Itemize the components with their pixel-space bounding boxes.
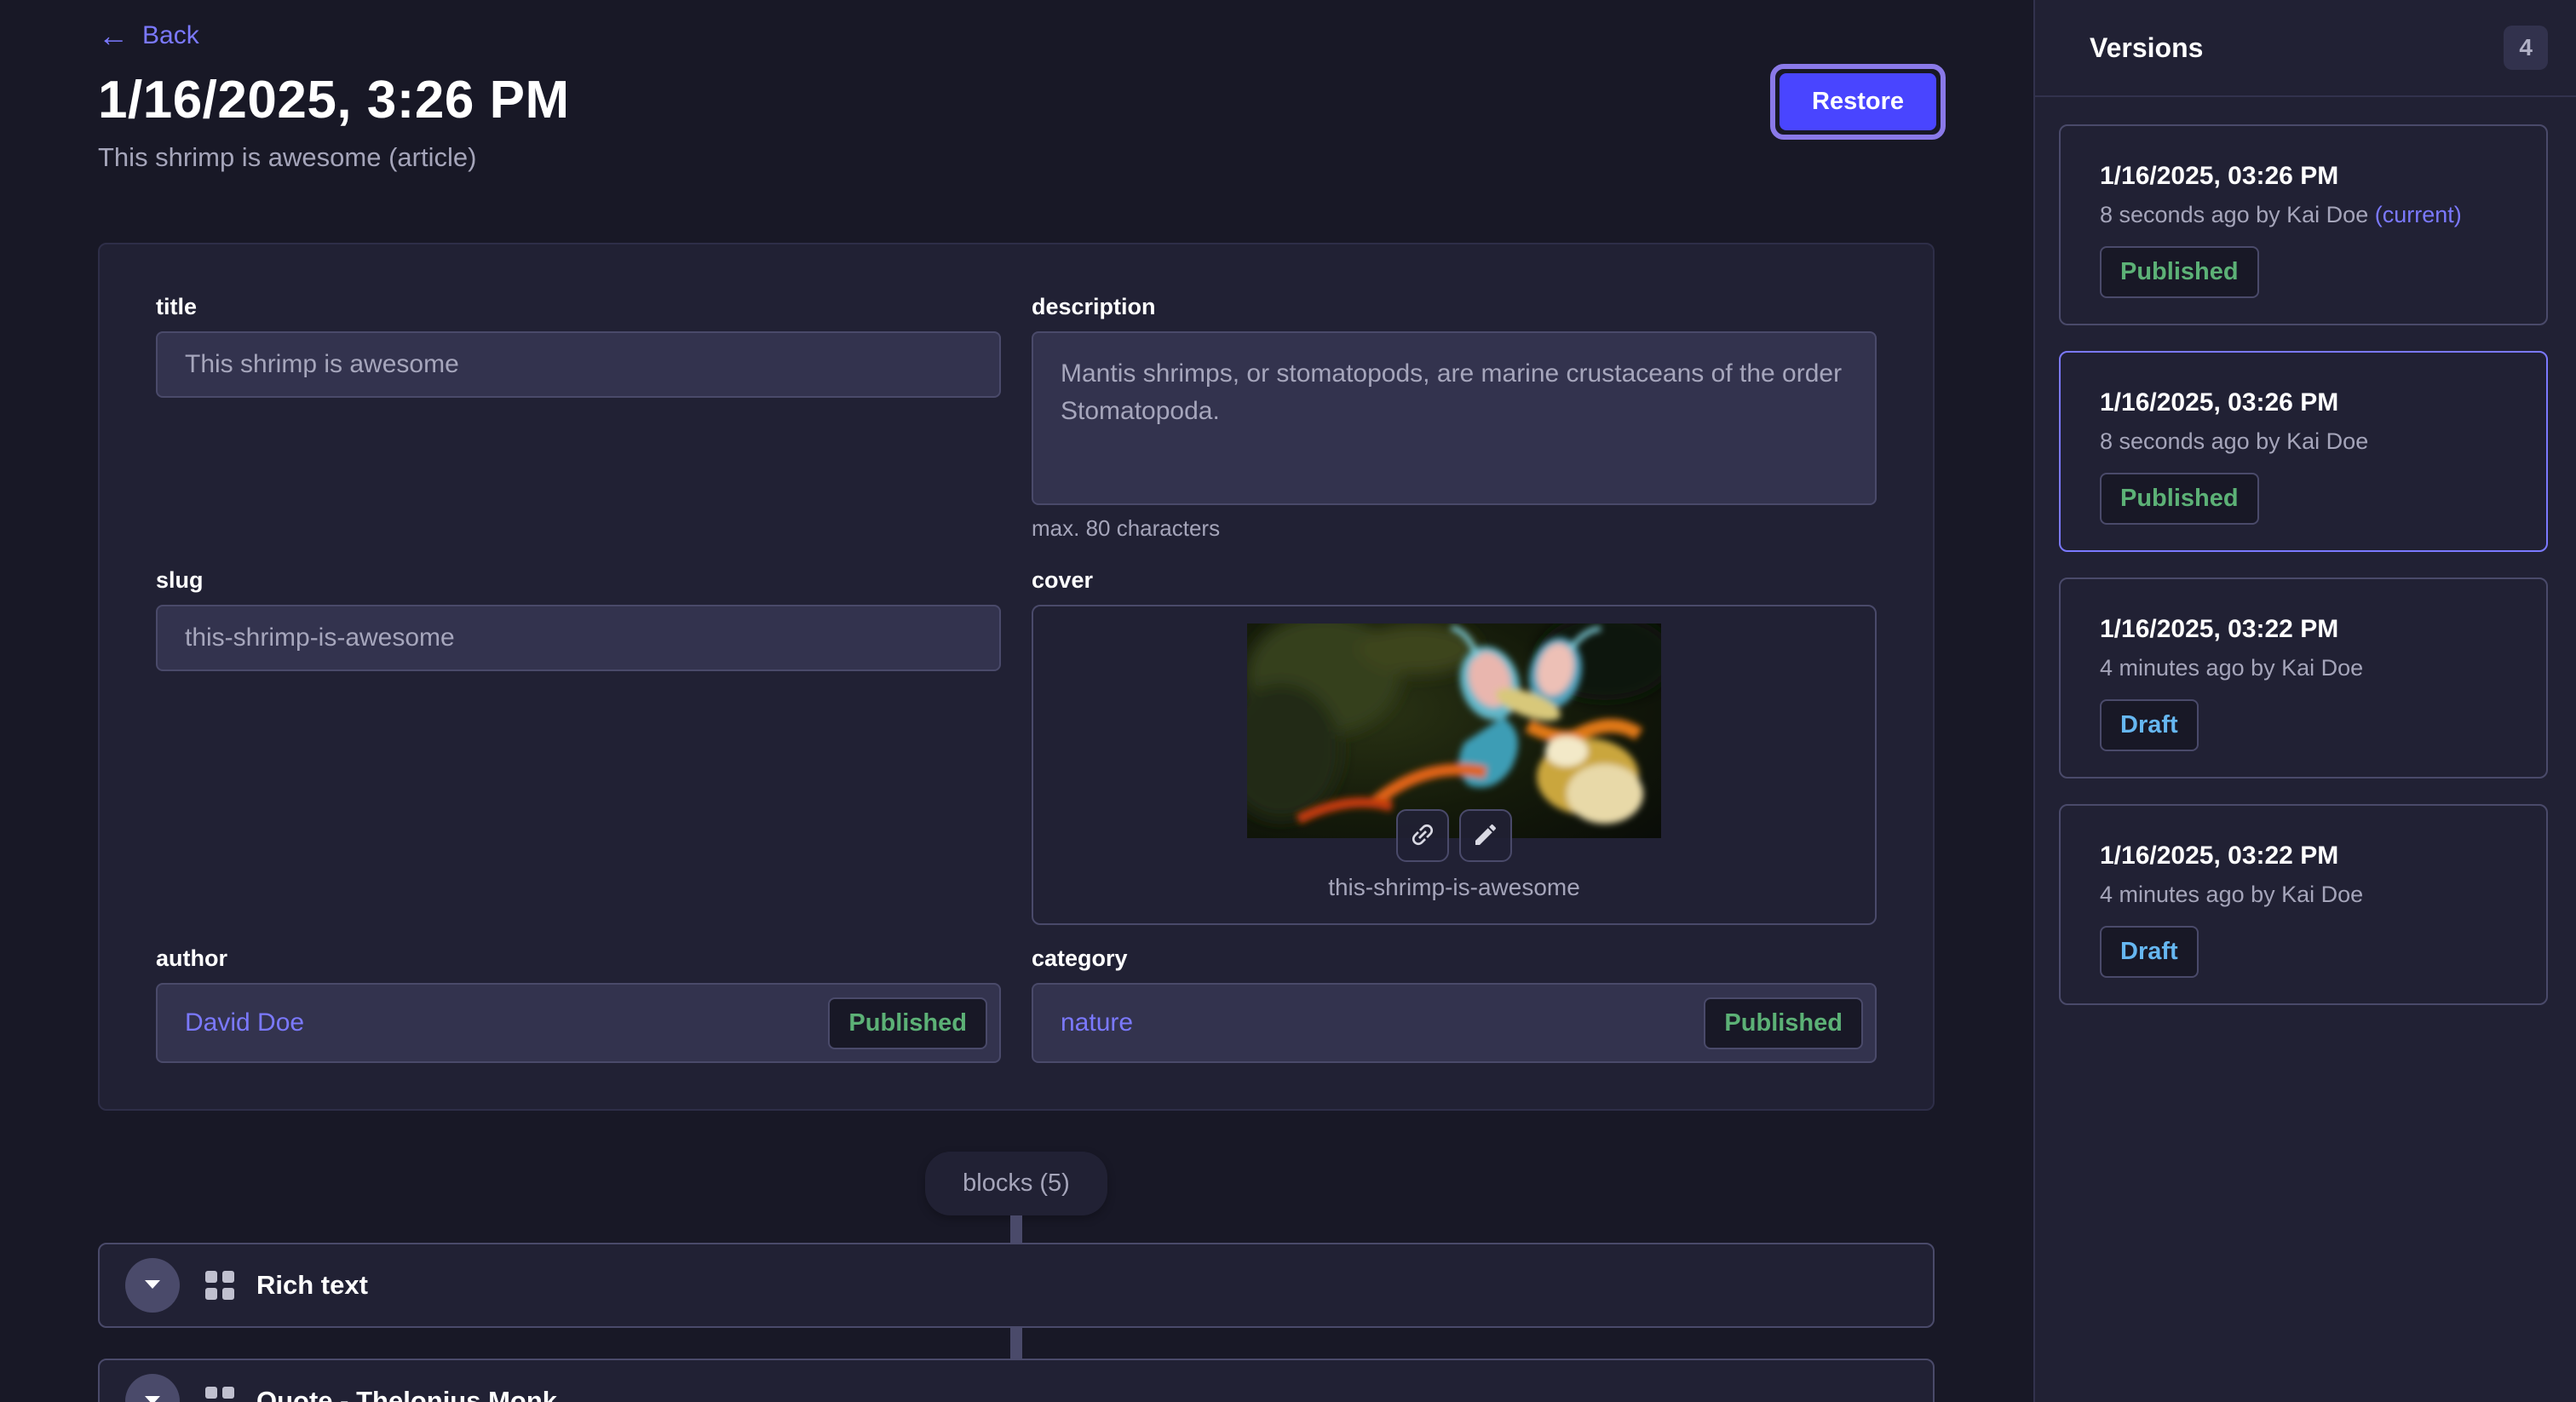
version-current-flag: (current): [2375, 202, 2462, 227]
version-status-badge: Published: [2100, 246, 2259, 298]
category-relation-link[interactable]: nature: [1061, 1008, 1133, 1037]
category-field: category nature Published: [1032, 945, 1877, 1063]
version-card[interactable]: 1/16/2025, 03:22 PM 4 minutes ago by Kai…: [2059, 804, 2548, 1005]
mantis-shrimp-photo: [1247, 623, 1661, 838]
version-time: 1/16/2025, 03:22 PM: [2100, 842, 2507, 871]
cover-link-button[interactable]: [1396, 809, 1449, 862]
restore-button-focus-ring: Restore: [1770, 64, 1946, 140]
version-time: 1/16/2025, 03:26 PM: [2100, 388, 2507, 417]
form-row-3: author David Doe Published category natu…: [156, 945, 1877, 1063]
version-meta: 8 seconds ago by Kai Doe: [2100, 428, 2507, 455]
versions-title: Versions: [2090, 32, 2203, 64]
version-meta: 4 minutes ago by Kai Doe: [2100, 655, 2507, 681]
cover-actions: [1396, 809, 1512, 862]
author-label: author: [156, 945, 1001, 972]
author-relation-link[interactable]: David Doe: [185, 1008, 304, 1037]
blocks-section: blocks (5) Rich text: [98, 1152, 1935, 1402]
form-row-2: slug this-shrimp-is-awesome cover: [156, 567, 1877, 925]
versions-header: Versions 4: [2035, 0, 2576, 97]
version-card[interactable]: 1/16/2025, 03:22 PM 4 minutes ago by Kai…: [2059, 577, 2548, 779]
blocks-connector: [1010, 1328, 1022, 1359]
version-status-badge: Published: [2100, 473, 2259, 525]
slug-field: slug this-shrimp-is-awesome: [156, 567, 1001, 925]
versions-list: 1/16/2025, 03:26 PM 8 seconds ago by Kai…: [2035, 97, 2576, 1005]
title-label: title: [156, 294, 1001, 320]
block-row-quote[interactable]: Quote - Thelonius Monk: [98, 1359, 1935, 1402]
cover-image: [1247, 623, 1661, 838]
version-status-badge: Draft: [2100, 699, 2199, 751]
title-field: title This shrimp is awesome: [156, 294, 1001, 542]
version-meta: 4 minutes ago by Kai Doe: [2100, 882, 2507, 908]
drag-grid-icon: [205, 1271, 234, 1300]
title-input: This shrimp is awesome: [156, 331, 1001, 398]
cover-field: cover: [1032, 567, 1877, 925]
description-field: description Mantis shrimps, or stomatopo…: [1032, 294, 1877, 542]
versions-sidebar: Versions 4 1/16/2025, 03:26 PM 8 seconds…: [2033, 0, 2576, 1402]
restore-button[interactable]: Restore: [1780, 73, 1936, 130]
page-subtitle: This shrimp is awesome (article): [98, 142, 1935, 173]
version-status-badge: Draft: [2100, 926, 2199, 978]
page-title: 1/16/2025, 3:26 PM: [98, 70, 1935, 130]
blocks-count-pill: blocks (5): [925, 1152, 1107, 1215]
block-expand-button[interactable]: [125, 1374, 180, 1402]
version-meta-text: 8 seconds ago by Kai Doe: [2100, 202, 2375, 227]
author-field: author David Doe Published: [156, 945, 1001, 1063]
block-label: Quote - Thelonius Monk: [256, 1386, 557, 1402]
version-time: 1/16/2025, 03:22 PM: [2100, 615, 2507, 644]
block-expand-button[interactable]: [125, 1258, 180, 1313]
category-status-badge: Published: [1704, 997, 1863, 1049]
cover-caption: this-shrimp-is-awesome: [1054, 874, 1854, 901]
cover-media-box: this-shrimp-is-awesome: [1032, 605, 1877, 925]
block-label: Rich text: [256, 1270, 368, 1301]
category-label: category: [1032, 945, 1877, 972]
slug-input: this-shrimp-is-awesome: [156, 605, 1001, 671]
version-card[interactable]: 1/16/2025, 03:26 PM 8 seconds ago by Kai…: [2059, 124, 2548, 325]
form-row-1: title This shrimp is awesome description…: [156, 294, 1877, 542]
cover-edit-button[interactable]: [1459, 809, 1512, 862]
author-status-badge: Published: [828, 997, 987, 1049]
version-meta: 8 seconds ago by Kai Doe (current): [2100, 202, 2507, 228]
chevron-down-icon: [143, 1394, 162, 1402]
version-fields-card: title This shrimp is awesome description…: [98, 243, 1935, 1111]
version-detail-main: ← Back 1/16/2025, 3:26 PM This shrimp is…: [0, 0, 2033, 1402]
app-window: ← Back 1/16/2025, 3:26 PM This shrimp is…: [0, 0, 2576, 1402]
version-card-selected[interactable]: 1/16/2025, 03:26 PM 8 seconds ago by Kai…: [2059, 351, 2548, 552]
back-link[interactable]: ← Back: [98, 20, 199, 51]
description-textarea: Mantis shrimps, or stomatopods, are mari…: [1032, 331, 1877, 505]
back-arrow-icon: ←: [98, 20, 129, 51]
category-relation-box: nature Published: [1032, 983, 1877, 1063]
author-relation-box: David Doe Published: [156, 983, 1001, 1063]
link-icon: [1408, 820, 1437, 852]
drag-grid-icon: [205, 1387, 234, 1402]
versions-count-badge: 4: [2504, 26, 2548, 70]
version-time: 1/16/2025, 03:26 PM: [2100, 162, 2507, 191]
chevron-down-icon: [143, 1278, 162, 1293]
cover-label: cover: [1032, 567, 1877, 594]
pencil-icon: [1472, 821, 1499, 851]
block-row-rich-text[interactable]: Rich text: [98, 1243, 1935, 1328]
back-label: Back: [142, 21, 199, 50]
description-hint: max. 80 characters: [1032, 515, 1877, 542]
description-label: description: [1032, 294, 1877, 320]
blocks-connector: [1010, 1215, 1022, 1243]
slug-label: slug: [156, 567, 1001, 594]
